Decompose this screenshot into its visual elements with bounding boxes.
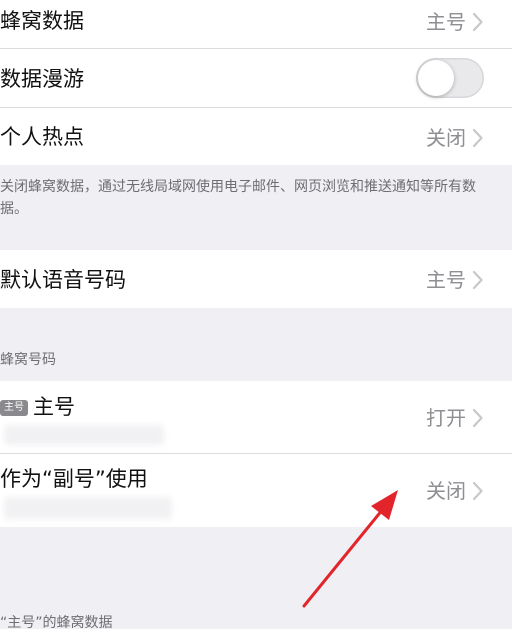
red-arrow-annotation [302,490,398,608]
cellular-settings-page: 蜂窝数据 主号 数据漫游 个人热点 关闭 关闭蜂窝数据，通过无线局域网使用电子邮… [0,0,512,629]
